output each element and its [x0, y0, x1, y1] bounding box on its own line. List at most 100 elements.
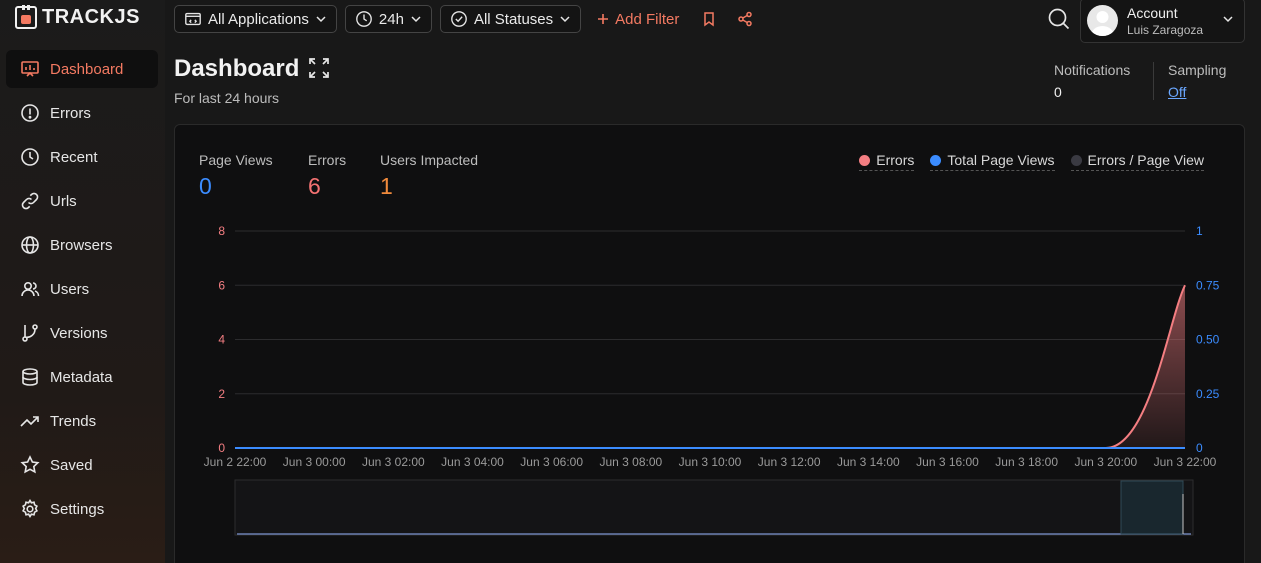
save-filter-button[interactable]: [697, 7, 721, 31]
y-right-tick-label: 0.50: [1196, 333, 1220, 347]
errors-series-line: [235, 284, 1186, 450]
x-tick-label: Jun 3 06:00: [520, 455, 583, 469]
sidebar-item-metadata[interactable]: Metadata: [6, 358, 158, 396]
x-tick-label: Jun 3 00:00: [283, 455, 346, 469]
star-icon: [20, 455, 40, 474]
applications-value: All Applications: [208, 10, 309, 28]
search-icon[interactable]: [1046, 6, 1072, 32]
errors-chart: 0 2 4 6 8 0 0.25 0.50 0.75 1 Jun 2 22:00 Jun 3 00:0…: [204, 224, 1220, 536]
bookmark-icon: [704, 12, 715, 27]
y-right-tick-label: 0.75: [1196, 278, 1220, 292]
share-button[interactable]: [733, 7, 757, 31]
sampling-summary: Sampling Off: [1168, 62, 1226, 100]
sidebar-item-recent[interactable]: Recent: [6, 138, 158, 176]
sampling-link[interactable]: Off: [1168, 84, 1226, 100]
check-circle-icon: [451, 11, 467, 27]
sidebar-item-label: Saved: [50, 456, 93, 474]
application-icon: [185, 12, 201, 26]
notifications-label: Notifications: [1054, 62, 1131, 78]
share-icon: [738, 11, 753, 27]
y-left-tick-label: 4: [218, 333, 225, 347]
notifications-summary: Notifications 0: [1054, 62, 1130, 100]
add-filter-label: Add Filter: [615, 10, 680, 28]
user-avatar-icon: [1091, 11, 1114, 36]
page-subtitle: For last 24 hours: [174, 90, 280, 106]
users-icon: [21, 281, 40, 297]
x-tick-label: Jun 3 22:00: [1154, 455, 1217, 469]
x-tick-label: Jun 3 20:00: [1074, 455, 1137, 469]
sidebar-item-label: Recent: [50, 148, 98, 166]
account-user-name: Luis Zaragoza: [1127, 22, 1204, 37]
statuses-select[interactable]: All Statuses: [439, 5, 582, 33]
y-right-tick-label: 0: [1196, 441, 1203, 455]
divider: [1153, 62, 1154, 100]
sampling-label: Sampling: [1168, 62, 1227, 78]
y-left-tick-label: 0: [218, 441, 225, 455]
x-tick-label: Jun 3 02:00: [362, 455, 425, 469]
trending-up-icon: [20, 416, 39, 427]
y-right-tick-label: 0.25: [1196, 387, 1220, 401]
sidebar-item-saved[interactable]: Saved: [6, 446, 158, 484]
x-tick-label: Jun 3 12:00: [758, 455, 821, 469]
errors-area: [235, 285, 1185, 448]
sidebar-item-urls[interactable]: Urls: [6, 182, 158, 220]
y-right-tick-label: 1: [1196, 224, 1203, 238]
git-branch-icon: [22, 324, 38, 342]
sidebar-item-label: Users: [50, 280, 90, 298]
account-menu[interactable]: Account Luis Zaragoza: [1080, 0, 1245, 43]
statuses-value: All Statuses: [473, 10, 554, 28]
account-title: Account: [1127, 4, 1178, 21]
sidebar-item-users[interactable]: Users: [6, 270, 158, 308]
sidebar-nav: Dashboard Errors Recent Urls Browsers Us…: [6, 50, 158, 534]
avatar: [1087, 5, 1118, 36]
sidebar-item-label: Dashboard: [50, 60, 124, 78]
dashboard-icon: [21, 61, 39, 77]
x-tick-label: Jun 2 22:00: [204, 455, 267, 469]
trackjs-logo-icon: [15, 5, 37, 29]
y-left-tick-label: 6: [218, 278, 225, 292]
alert-circle-icon: [21, 104, 39, 122]
timerange-value: 24h: [378, 10, 404, 28]
sidebar-item-trends[interactable]: Trends: [6, 402, 158, 440]
chevron-down-icon: [1223, 16, 1233, 23]
clock-icon: [356, 11, 372, 27]
navigator-selection: [1120, 480, 1184, 535]
x-tick-label: Jun 3 16:00: [916, 455, 979, 469]
x-tick-label: Jun 3 14:00: [837, 455, 900, 469]
link-icon: [21, 192, 39, 210]
chevron-down-icon: [560, 16, 570, 23]
sidebar-item-settings[interactable]: Settings: [6, 490, 158, 528]
notifications-count: 0: [1054, 84, 1062, 100]
gear-icon: [22, 499, 38, 519]
chevron-down-icon: [411, 16, 421, 23]
sidebar-item-label: Browsers: [50, 236, 113, 254]
sidebar-item-label: Urls: [50, 192, 77, 210]
sidebar-item-label: Versions: [50, 324, 108, 342]
account-text: Account Luis Zaragoza: [1127, 5, 1203, 37]
page-title: Dashboard: [174, 55, 300, 82]
trackjs-logo[interactable]: TRACKJS: [14, 4, 140, 30]
brand-name: TRACKJS: [42, 5, 140, 28]
x-tick-label: Jun 3 10:00: [679, 455, 742, 469]
sidebar-item-dashboard[interactable]: Dashboard: [6, 50, 158, 88]
sidebar-item-errors[interactable]: Errors: [6, 94, 158, 132]
y-left-tick-label: 8: [218, 224, 225, 238]
navigator: [234, 479, 1194, 536]
database-icon: [22, 368, 38, 386]
globe-icon: [21, 236, 39, 254]
dashboard-chart-card: Page Views 0 Errors 6 Users Impacted 1 E…: [174, 124, 1245, 563]
sidebar-item-label: Errors: [50, 104, 91, 122]
expand-icon[interactable]: [308, 57, 330, 79]
timerange-select[interactable]: 24h: [344, 5, 432, 33]
x-tick-label: Jun 3 08:00: [599, 455, 662, 469]
sidebar-item-label: Metadata: [50, 368, 113, 386]
x-tick-label: Jun 3 18:00: [995, 455, 1058, 469]
sidebar-item-label: Trends: [50, 412, 97, 430]
sidebar-item-browsers[interactable]: Browsers: [6, 226, 158, 264]
sidebar: TRACKJS Dashboard Errors Recent Urls Bro…: [0, 0, 165, 563]
applications-select[interactable]: All Applications: [174, 5, 337, 33]
sidebar-item-versions[interactable]: Versions: [6, 314, 158, 352]
plus-icon: [598, 14, 609, 24]
add-filter-button[interactable]: Add Filter: [597, 11, 679, 28]
filter-toolbar: All Applications 24h All Statuses Add Fi…: [174, 5, 757, 33]
